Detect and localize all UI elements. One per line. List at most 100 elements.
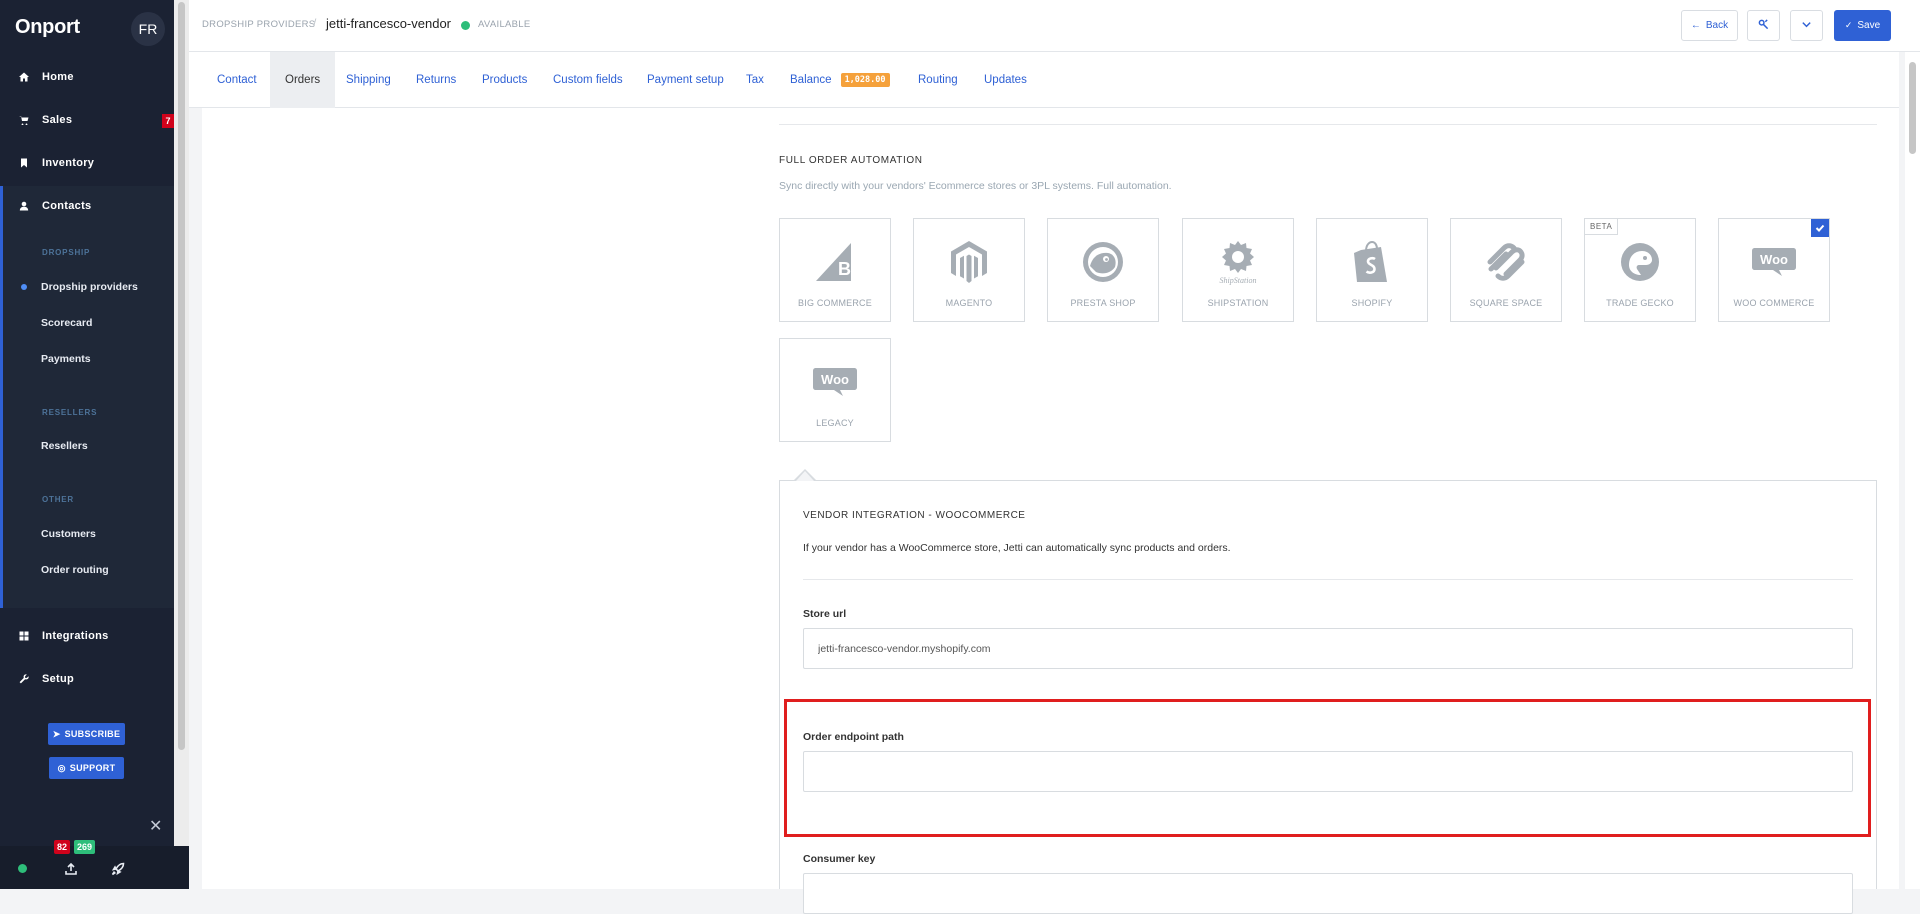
- grid-icon: [19, 631, 29, 641]
- back-button[interactable]: ← Back: [1681, 10, 1738, 41]
- sidebar-scrollbar-thumb[interactable]: [178, 2, 185, 750]
- tab-balance-label: Balance: [790, 74, 832, 86]
- integration-tile-bigcommerce[interactable]: B BIG COMMERCE: [779, 218, 891, 322]
- tab-products[interactable]: Products: [482, 52, 527, 108]
- status-dot: [461, 21, 470, 30]
- page-title: jetti-francesco-vendor: [326, 16, 451, 31]
- sidebar-item-inventory[interactable]: Inventory: [0, 143, 174, 183]
- breadcrumb[interactable]: DROPSHIP PROVIDERS: [202, 19, 315, 30]
- balance-badge: 1,028.00: [840, 73, 890, 87]
- sidebar-item-resellers[interactable]: Resellers: [41, 440, 88, 452]
- tab-routing[interactable]: Routing: [918, 52, 958, 108]
- wrench-icon: [19, 674, 29, 684]
- integration-tile-prestashop[interactable]: PRESTA SHOP: [1047, 218, 1159, 322]
- bookmark-icon: [19, 158, 29, 168]
- tab-orders[interactable]: Orders: [270, 52, 336, 108]
- sidebar-item-payments[interactable]: Payments: [41, 353, 91, 365]
- integration-tile-woocommerce[interactable]: Woo WOO COMMERCE: [1718, 218, 1830, 322]
- section-dropship: DROPSHIP: [42, 248, 91, 257]
- integration-tile-squarespace[interactable]: SQUARE SPACE: [1450, 218, 1562, 322]
- section-description: Sync directly with your vendors' Ecommer…: [779, 180, 1172, 192]
- squarespace-icon: [1451, 239, 1561, 285]
- integration-tile-shopify[interactable]: SHOPIFY: [1316, 218, 1428, 322]
- send-icon: ➤: [52, 728, 61, 739]
- order-endpoint-input[interactable]: [803, 751, 1853, 792]
- sidebar: Onport FR Home Sales 7 Inventory Contact…: [0, 0, 174, 889]
- lifebuoy-icon: ◎: [57, 762, 66, 773]
- rocket-icon[interactable]: [111, 862, 125, 876]
- sidebar-item-order-routing[interactable]: Order routing: [41, 564, 109, 576]
- sidebar-item-customers[interactable]: Customers: [41, 528, 96, 540]
- section-other: OTHER: [42, 495, 74, 504]
- check-icon: ✓: [1844, 20, 1853, 30]
- upload-icon[interactable]: [64, 862, 78, 876]
- consumer-key-input[interactable]: [803, 873, 1853, 914]
- panel-title: VENDOR INTEGRATION - WOOCOMMERCE: [803, 510, 1026, 521]
- tab-custom-fields[interactable]: Custom fields: [553, 52, 623, 108]
- subscribe-button[interactable]: ➤ SUBSCRIBE: [48, 723, 125, 745]
- close-icon[interactable]: ✕: [149, 816, 162, 836]
- online-status-dot: [18, 864, 27, 873]
- sidebar-item-home[interactable]: Home: [0, 57, 174, 97]
- support-label: SUPPORT: [69, 763, 116, 773]
- integration-tile-legacy[interactable]: Woo LEGACY: [779, 338, 891, 442]
- sidebar-item-label: Contacts: [42, 200, 92, 212]
- integration-tile-tradegecko[interactable]: BETA TRADE GECKO: [1584, 218, 1696, 322]
- notifications-badge[interactable]: 269: [74, 840, 96, 854]
- integration-tile-shipstation[interactable]: ShipStation SHIPSTATION: [1182, 218, 1294, 322]
- breadcrumb-separator: /: [313, 16, 317, 30]
- beta-tag: BETA: [1585, 219, 1619, 235]
- status-badge: AVAILABLE: [478, 19, 531, 30]
- sidebar-item-label: Setup: [42, 673, 75, 685]
- active-indicator-dot: [21, 284, 27, 290]
- store-url-input[interactable]: [803, 628, 1853, 669]
- sidebar-item-integrations[interactable]: Integrations: [0, 616, 174, 656]
- tile-label: WOO COMMERCE: [1733, 298, 1815, 308]
- main-scrollbar-thumb[interactable]: [1909, 62, 1916, 154]
- tab-contact[interactable]: Contact: [217, 52, 257, 108]
- alerts-badge[interactable]: 82: [54, 840, 71, 854]
- shopify-icon: [1317, 239, 1427, 285]
- divider: [779, 124, 1877, 125]
- sidebar-item-contacts[interactable]: Contacts: [0, 186, 174, 226]
- woocommerce-icon: Woo: [1719, 239, 1829, 285]
- support-button[interactable]: ◎ SUPPORT: [49, 757, 124, 779]
- tile-label: BIG COMMERCE: [798, 298, 872, 308]
- tab-tax[interactable]: Tax: [746, 52, 764, 108]
- tab-shipping[interactable]: Shipping: [346, 52, 391, 108]
- more-actions-button[interactable]: [1790, 10, 1823, 41]
- main-scrollbar[interactable]: [1905, 52, 1920, 889]
- back-label: Back: [1705, 20, 1729, 31]
- tile-label: SQUARE SPACE: [1469, 298, 1543, 308]
- tools-button[interactable]: [1747, 10, 1780, 41]
- magento-icon: [914, 239, 1024, 285]
- prestashop-icon: [1048, 239, 1158, 285]
- chevron-down-icon: [1801, 19, 1812, 33]
- divider: [803, 579, 1853, 580]
- tile-label: SHIPSTATION: [1207, 298, 1269, 308]
- tile-label: PRESTA SHOP: [1070, 298, 1136, 308]
- subscribe-label: SUBSCRIBE: [64, 729, 121, 739]
- tradegecko-icon: [1585, 239, 1695, 285]
- sidebar-item-setup[interactable]: Setup: [0, 659, 174, 699]
- consumer-key-label: Consumer key: [803, 853, 876, 865]
- user-icon: [19, 201, 29, 211]
- sidebar-item-dropship-providers[interactable]: Dropship providers: [41, 281, 138, 293]
- home-icon: [19, 72, 29, 82]
- woo-wordmark: Woo: [1760, 252, 1788, 267]
- save-button[interactable]: ✓ Save: [1834, 10, 1891, 41]
- order-endpoint-label: Order endpoint path: [803, 731, 904, 743]
- integration-tile-magento[interactable]: MAGENTO: [913, 218, 1025, 322]
- bigcommerce-icon: B: [780, 239, 890, 285]
- tab-balance[interactable]: Balance 1,028.00: [790, 52, 890, 108]
- tab-payment-setup[interactable]: Payment setup: [647, 52, 724, 108]
- tab-returns[interactable]: Returns: [416, 52, 456, 108]
- user-avatar[interactable]: FR: [131, 12, 165, 46]
- sidebar-item-scorecard[interactable]: Scorecard: [41, 317, 92, 329]
- woo-wordmark: Woo: [821, 372, 849, 387]
- cart-icon: [19, 115, 29, 125]
- brand-logo[interactable]: Onport: [15, 16, 80, 39]
- sidebar-item-sales[interactable]: Sales: [0, 100, 174, 140]
- tab-updates[interactable]: Updates: [984, 52, 1027, 108]
- tools-icon: [1758, 18, 1769, 33]
